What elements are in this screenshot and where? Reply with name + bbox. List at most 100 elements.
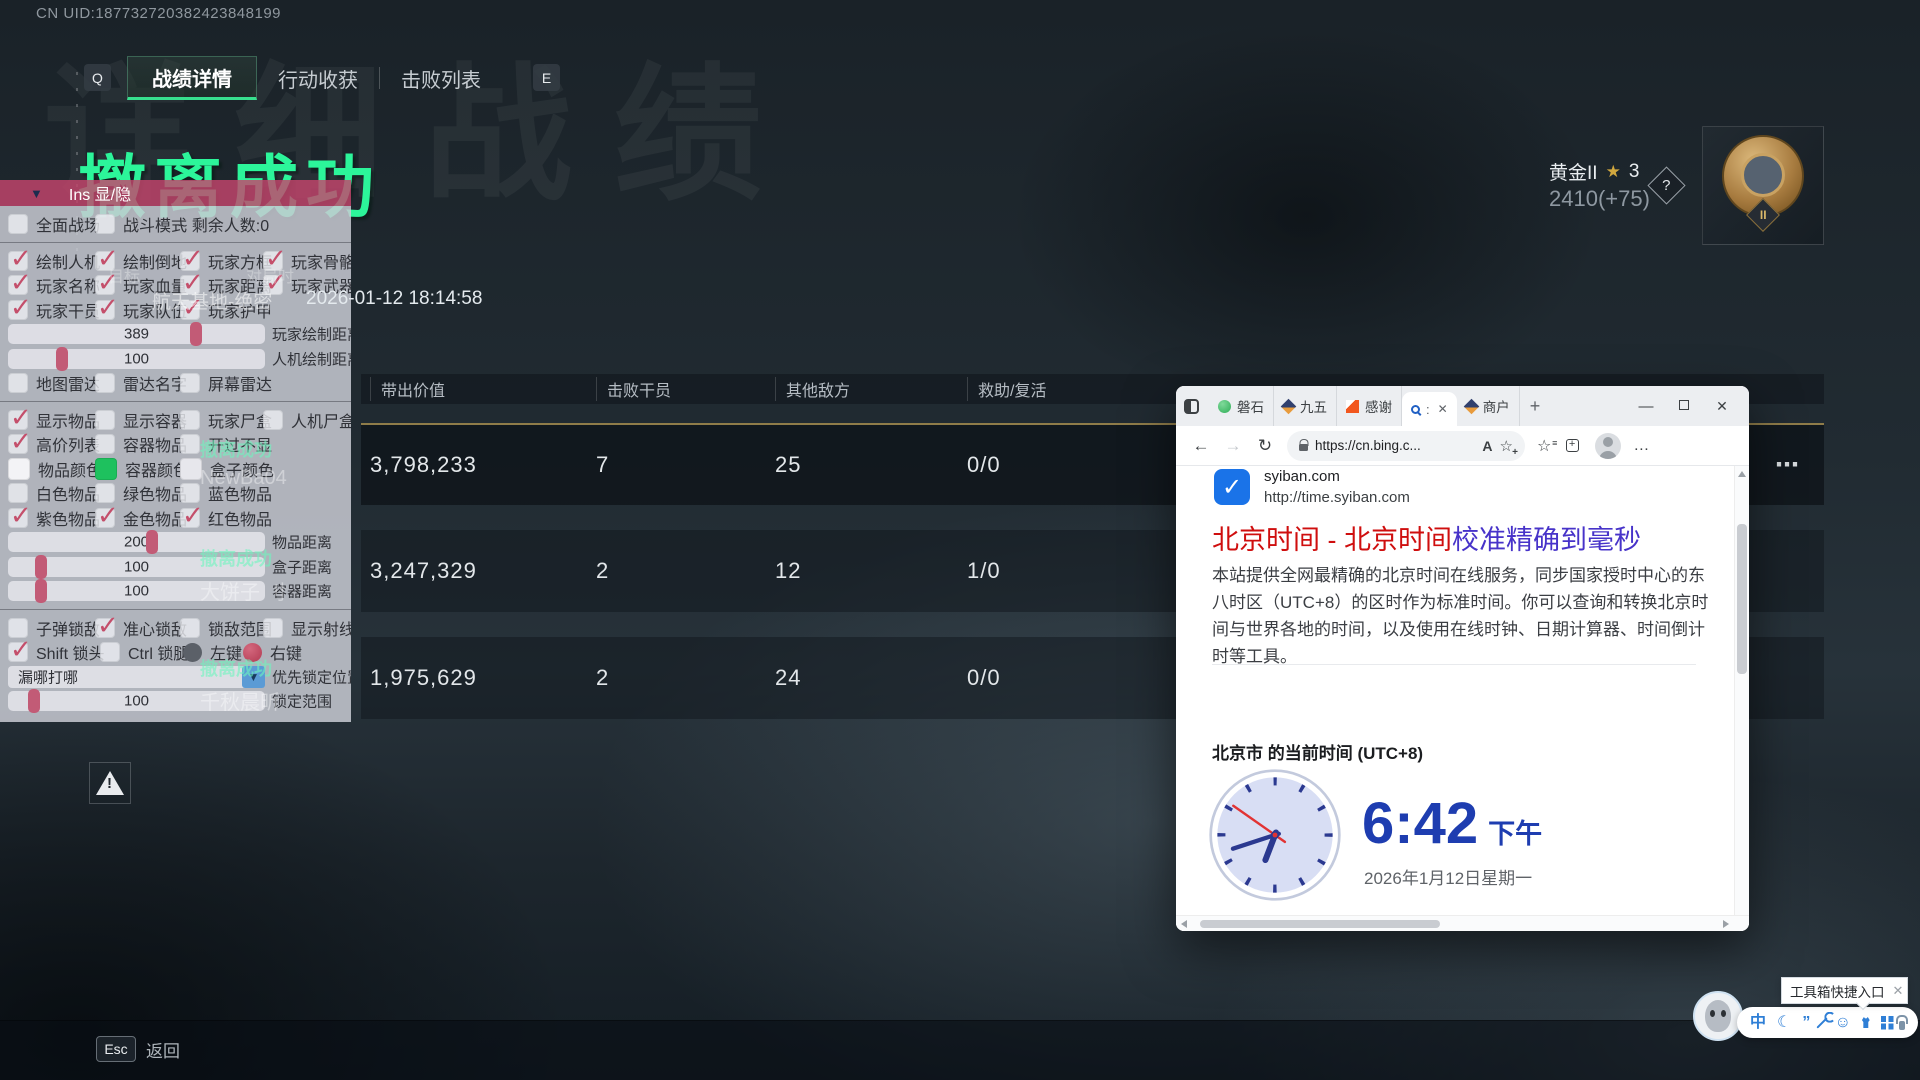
result-title-link[interactable]: 北京时间 - 北京时间校准精确到毫秒: [1212, 518, 1641, 557]
tab-workspace-icon[interactable]: [1184, 399, 1199, 414]
slider[interactable]: 389: [8, 324, 265, 344]
slider-handle[interactable]: [56, 347, 68, 371]
menu-option[interactable]: 屏幕雷达: [180, 371, 272, 395]
collapse-icon[interactable]: ▼: [30, 186, 43, 201]
horizontal-scrollbar[interactable]: [1176, 915, 1749, 931]
menu-option[interactable]: 玩家干员: [8, 298, 100, 322]
refresh-button[interactable]: ↻: [1250, 436, 1280, 456]
back-button[interactable]: ←: [1186, 436, 1216, 456]
menu-option[interactable]: 金色物品: [95, 506, 187, 530]
menu-option[interactable]: 高价列表: [8, 432, 100, 456]
menu-option[interactable]: 地图雷达: [8, 371, 100, 395]
maximize-button[interactable]: [1665, 397, 1703, 415]
tab-kill-list[interactable]: 击败列表: [380, 56, 502, 100]
browser-tab[interactable]: 商户: [1457, 386, 1520, 426]
menu-option[interactable]: 紫色物品: [8, 506, 100, 530]
cheat-menu-header[interactable]: ▼ Ins 显/隐: [0, 180, 351, 206]
qq-apps-grid-icon[interactable]: [1881, 1016, 1888, 1029]
menu-option[interactable]: 物品颜色: [8, 457, 102, 481]
favorite-star-icon[interactable]: ☆+: [1500, 437, 1513, 455]
checkbox-checked[interactable]: [95, 300, 115, 320]
menu-option[interactable]: 容器颜色: [95, 457, 189, 481]
menu-option[interactable]: 准心锁敌: [95, 616, 187, 640]
menu-option[interactable]: Ctrl 锁腿: [100, 640, 189, 664]
tab-loot[interactable]: 行动收获: [257, 56, 379, 100]
qq-wrench-icon[interactable]: [1817, 1017, 1828, 1028]
checkbox[interactable]: [263, 410, 283, 430]
checkbox[interactable]: [95, 434, 115, 454]
menu-option[interactable]: 锁敌范围: [180, 616, 272, 640]
checkbox[interactable]: [180, 618, 200, 638]
rank-help-button[interactable]: ?: [1647, 166, 1685, 204]
profile-avatar[interactable]: [1595, 433, 1621, 459]
collections-icon[interactable]: [1566, 439, 1579, 452]
menu-option[interactable]: 显示容器: [95, 408, 187, 432]
menu-option[interactable]: 显示射线: [263, 616, 351, 640]
result-site-url[interactable]: http://time.syiban.com: [1264, 489, 1410, 506]
checkbox-checked[interactable]: [180, 508, 200, 528]
new-tab-button[interactable]: +: [1530, 396, 1541, 417]
checkbox[interactable]: [180, 434, 200, 454]
qq-shirt-icon[interactable]: [1862, 1017, 1870, 1028]
url-text[interactable]: https://cn.bing.c...: [1315, 438, 1475, 453]
checkbox[interactable]: [180, 373, 200, 393]
minimize-button[interactable]: —: [1627, 398, 1665, 415]
close-button[interactable]: ✕: [1703, 398, 1741, 415]
esc-key-icon[interactable]: Esc: [96, 1036, 136, 1062]
tab-close-icon[interactable]: ✕: [1438, 402, 1448, 416]
browser-tab[interactable]: 九五: [1274, 386, 1337, 426]
checkbox-checked[interactable]: [95, 508, 115, 528]
checkbox-checked[interactable]: [8, 508, 28, 528]
result-site-name[interactable]: syiban.com: [1264, 468, 1340, 485]
qq-smiley-icon[interactable]: ☺: [1835, 1015, 1851, 1031]
menu-option[interactable]: 战斗模式: [95, 212, 187, 236]
slider-handle[interactable]: [28, 689, 40, 713]
browser-tab[interactable]: 感谢: [1337, 386, 1402, 426]
menu-option[interactable]: 玩家尸盒: [180, 408, 272, 432]
checkbox[interactable]: [95, 373, 115, 393]
browser-more-icon[interactable]: …: [1633, 437, 1649, 455]
slider[interactable]: 100: [8, 349, 265, 369]
checkbox-checked[interactable]: [95, 618, 115, 638]
qq-quotes-icon[interactable]: ”: [1802, 1015, 1810, 1031]
slider-handle[interactable]: [35, 579, 47, 603]
menu-option[interactable]: 雷达名字: [95, 371, 187, 395]
address-bar[interactable]: https://cn.bing.c... A ☆+: [1287, 431, 1525, 461]
vertical-scrollbar[interactable]: [1734, 466, 1749, 915]
forward-button[interactable]: →: [1218, 436, 1248, 456]
checkbox[interactable]: [8, 214, 28, 234]
qq-penguin-avatar[interactable]: [1693, 991, 1743, 1041]
qq-chinese-input-icon[interactable]: 中: [1750, 1015, 1766, 1031]
color-swatch[interactable]: [95, 458, 117, 480]
slider-handle[interactable]: [35, 555, 47, 579]
checkbox[interactable]: [95, 410, 115, 430]
menu-option[interactable]: Shift 锁头: [8, 640, 104, 664]
vertical-scroll-thumb[interactable]: [1737, 524, 1747, 674]
browser-tab-active[interactable]: :✕: [1402, 392, 1457, 426]
color-swatch[interactable]: [8, 458, 30, 480]
checkbox-checked[interactable]: [8, 300, 28, 320]
qq-lock-icon[interactable]: [1899, 1021, 1905, 1030]
horizontal-scroll-thumb[interactable]: [1200, 920, 1440, 928]
checkbox[interactable]: [180, 410, 200, 430]
checkbox-checked[interactable]: [8, 434, 28, 454]
browser-tab[interactable]: 磐石: [1209, 386, 1274, 426]
checkbox[interactable]: [8, 373, 28, 393]
qq-moon-icon[interactable]: ☾: [1777, 1015, 1791, 1031]
menu-option[interactable]: 容器物品: [95, 432, 187, 456]
menu-option[interactable]: 红色物品: [180, 506, 272, 530]
slider-handle[interactable]: [190, 322, 202, 346]
checkbox-checked[interactable]: [8, 642, 28, 662]
esc-back-control[interactable]: Esc 返回: [96, 1036, 180, 1062]
tab-battle-detail[interactable]: 战绩详情: [127, 56, 257, 100]
read-aloud-icon[interactable]: A: [1482, 438, 1492, 454]
menu-option[interactable]: 人机尸盒: [263, 408, 351, 432]
tooltip-close-icon[interactable]: ✕: [1893, 983, 1904, 999]
checkbox[interactable]: [263, 618, 283, 638]
slider-handle[interactable]: [146, 530, 158, 554]
menu-option[interactable]: 全面战场: [8, 212, 100, 236]
checkbox[interactable]: [100, 642, 120, 662]
row-more-button[interactable]: ⋯: [1775, 451, 1801, 480]
checkbox[interactable]: [95, 214, 115, 234]
color-swatch[interactable]: [180, 458, 202, 480]
